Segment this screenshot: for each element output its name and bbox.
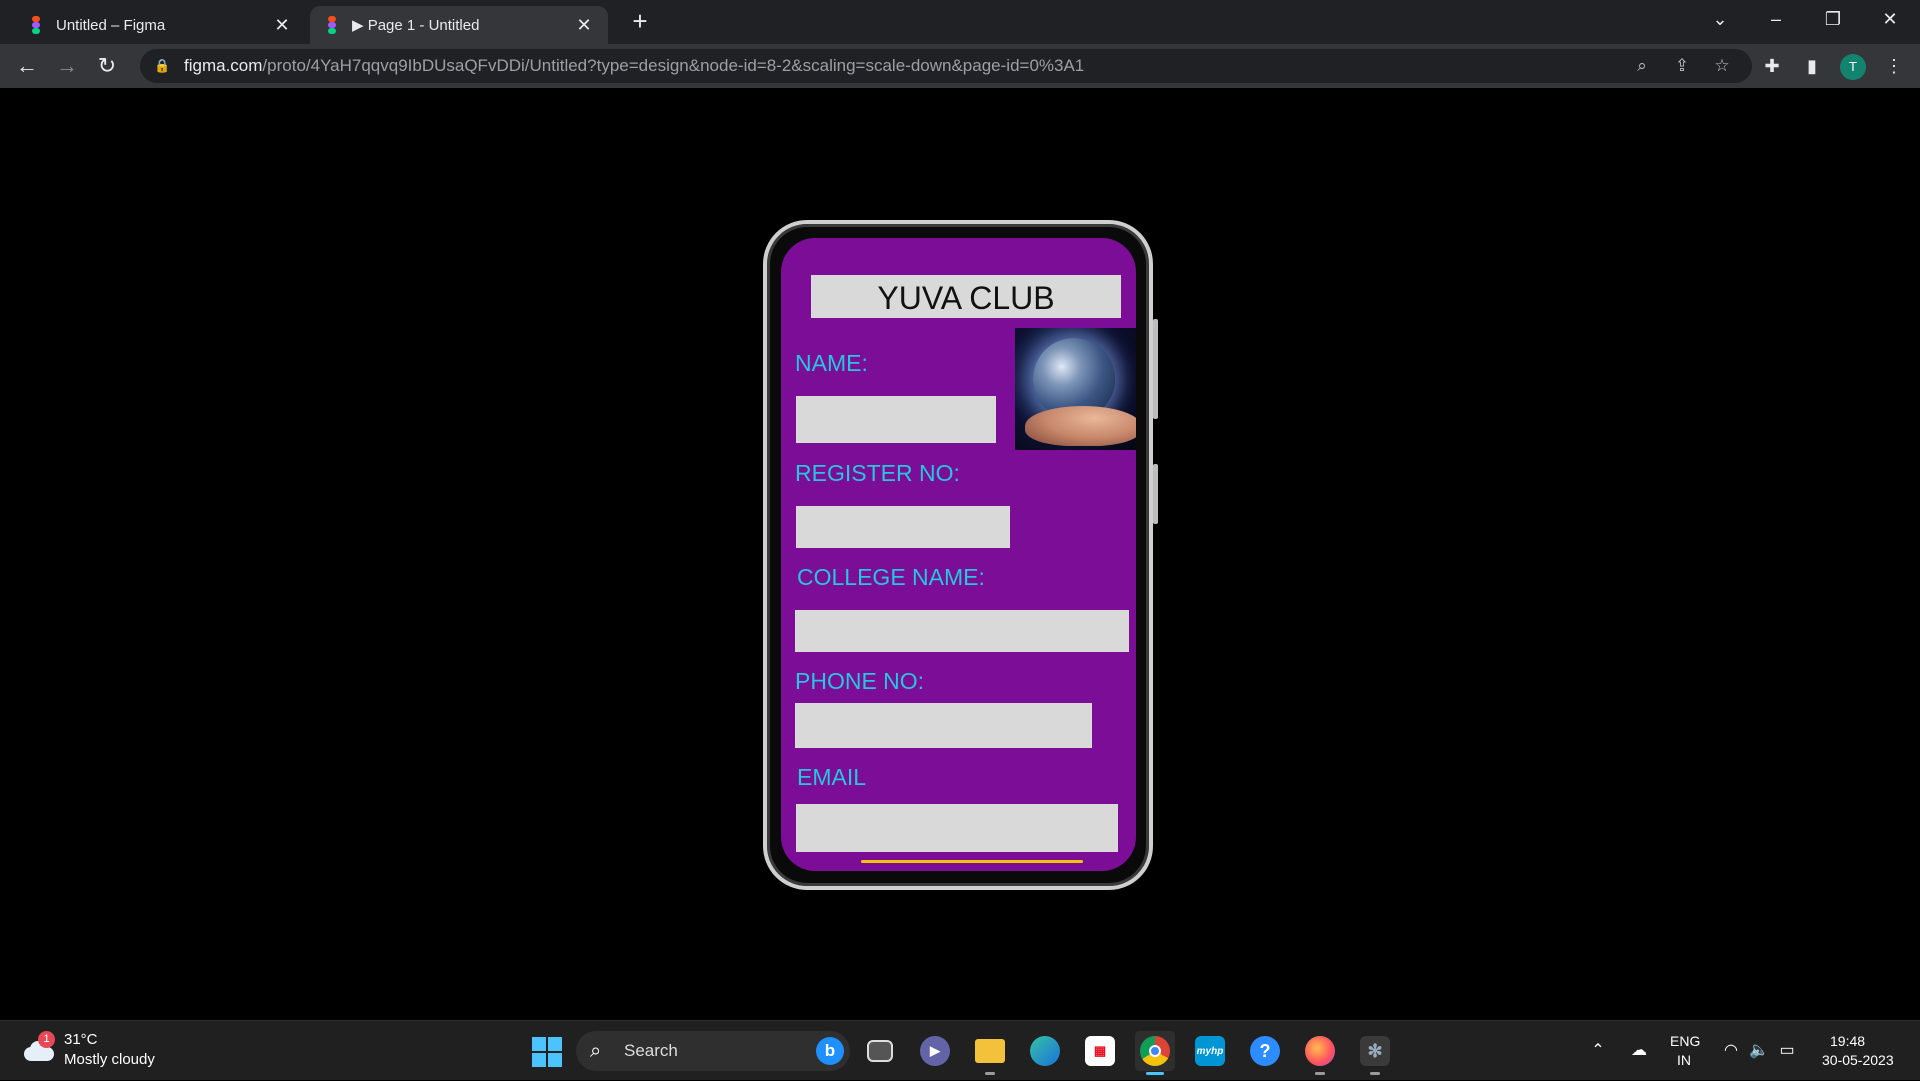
reload-icon[interactable]: ↻	[91, 50, 123, 82]
register-no-label: REGISTER NO:	[795, 460, 960, 486]
file-explorer-icon[interactable]	[970, 1031, 1010, 1075]
tab-figma-file[interactable]: Untitled – Figma ✕	[14, 6, 306, 44]
college-name-input[interactable]	[795, 610, 1129, 652]
phone-no-label: PHONE NO:	[795, 668, 925, 694]
zoom-icon[interactable]: ⌕	[1626, 49, 1658, 83]
onedrive-cloud-icon[interactable]: ☁	[1624, 1021, 1654, 1081]
email-label: EMAIL	[797, 764, 867, 790]
firefox-icon[interactable]	[1300, 1031, 1340, 1075]
new-tab-button[interactable]: +	[624, 6, 656, 38]
taskbar: 1 31°C Mostly cloudy ⌕ Search b ▶ ▦ myhp…	[0, 1020, 1920, 1080]
get-help-icon[interactable]: ?	[1245, 1031, 1285, 1071]
register-no-input[interactable]	[796, 506, 1010, 548]
phone-side-button	[1153, 464, 1158, 524]
restore-icon[interactable]: ❐	[1805, 0, 1861, 40]
language-indicator[interactable]: ENG	[1670, 1033, 1700, 1049]
name-input[interactable]	[796, 396, 996, 443]
language-region[interactable]: IN	[1677, 1052, 1691, 1068]
home-indicator	[861, 860, 1083, 863]
close-tab-icon[interactable]: ✕	[574, 15, 594, 36]
windows-start-icon[interactable]	[526, 1031, 566, 1071]
hand-graphic	[1025, 406, 1136, 446]
tab-title: Untitled – Figma	[56, 16, 166, 34]
profile-avatar[interactable]: T	[1840, 54, 1866, 80]
close-tab-icon[interactable]: ✕	[272, 15, 292, 36]
college-name-label: COLLEGE NAME:	[797, 564, 985, 590]
minimize-icon[interactable]: –	[1748, 0, 1804, 40]
microsoft-store-icon[interactable]: ▦	[1080, 1031, 1120, 1071]
weather-cloud-icon[interactable]: 1	[22, 1031, 56, 1063]
name-label: NAME:	[795, 350, 868, 376]
task-view-icon[interactable]	[860, 1031, 900, 1071]
phone-no-input[interactable]	[795, 703, 1092, 748]
weather-description[interactable]: Mostly cloudy	[64, 1051, 155, 1068]
notification-badge: 1	[38, 1031, 55, 1048]
phone-side-button	[1153, 319, 1158, 419]
figma-icon	[324, 16, 340, 34]
browser-toolbar: ← → ↻ 🔒 figma.com/proto/4YaH7qqvq9IbDUsa…	[0, 44, 1920, 88]
figma-icon	[28, 16, 44, 34]
address-bar[interactable]: 🔒 figma.com/proto/4YaH7qqvq9IbDUsaQFvDDi…	[140, 49, 1752, 83]
tab-search-chevron-icon[interactable]: ⌄	[1692, 0, 1748, 40]
app-screen: YUVA CLUB NAME: REGISTER NO: COLLEGE NAM…	[781, 238, 1136, 871]
forward-icon[interactable]: →	[51, 50, 83, 82]
show-hidden-icons-chevron[interactable]: ⌃	[1586, 1021, 1610, 1081]
teams-chat-icon[interactable]: ▶	[915, 1031, 955, 1071]
email-input[interactable]	[796, 804, 1118, 852]
search-placeholder: Search	[624, 1041, 678, 1060]
phone-frame: YUVA CLUB NAME: REGISTER NO: COLLEGE NAM…	[763, 220, 1158, 890]
extensions-icon[interactable]: ✚	[1756, 50, 1788, 82]
clock-date[interactable]: 30-05-2023	[1822, 1052, 1894, 1068]
lock-icon[interactable]: 🔒	[154, 58, 174, 74]
url-text[interactable]: figma.com/proto/4YaH7qqvq9IbDUsaQFvDDi/U…	[184, 56, 1084, 76]
earth-in-hand-image	[1015, 328, 1136, 450]
wifi-icon[interactable]: ◠	[1718, 1021, 1744, 1081]
clock-time[interactable]: 19:48	[1830, 1033, 1865, 1049]
edge-browser-icon[interactable]	[1025, 1031, 1065, 1071]
tab-prototype[interactable]: ▶ Page 1 - Untitled ✕	[310, 6, 608, 44]
chrome-icon[interactable]	[1135, 1031, 1175, 1075]
back-icon[interactable]: ←	[11, 50, 43, 82]
volume-icon[interactable]: 🔈	[1746, 1021, 1772, 1081]
myhp-icon[interactable]: myhp	[1190, 1031, 1230, 1071]
weather-temperature[interactable]: 31°C	[64, 1031, 98, 1048]
side-panel-icon[interactable]: ▮	[1796, 50, 1828, 82]
tab-title: ▶ Page 1 - Untitled	[352, 17, 480, 34]
close-window-icon[interactable]: ✕	[1862, 0, 1918, 40]
taskbar-search[interactable]: ⌕ Search b	[576, 1031, 850, 1071]
bing-icon[interactable]: b	[816, 1037, 844, 1065]
menu-kebab-icon[interactable]: ⋮	[1878, 50, 1910, 82]
bookmark-star-icon[interactable]: ☆	[1706, 49, 1738, 83]
search-icon: ⌕	[590, 1039, 602, 1062]
app-title: YUVA CLUB	[811, 275, 1121, 318]
app-gear-icon[interactable]: ✻	[1355, 1031, 1395, 1075]
browser-tab-strip: Untitled – Figma ✕ ▶ Page 1 - Untitled ✕…	[0, 0, 1920, 44]
battery-icon[interactable]: ▭	[1774, 1021, 1800, 1081]
share-icon[interactable]: ⇪	[1666, 49, 1698, 83]
